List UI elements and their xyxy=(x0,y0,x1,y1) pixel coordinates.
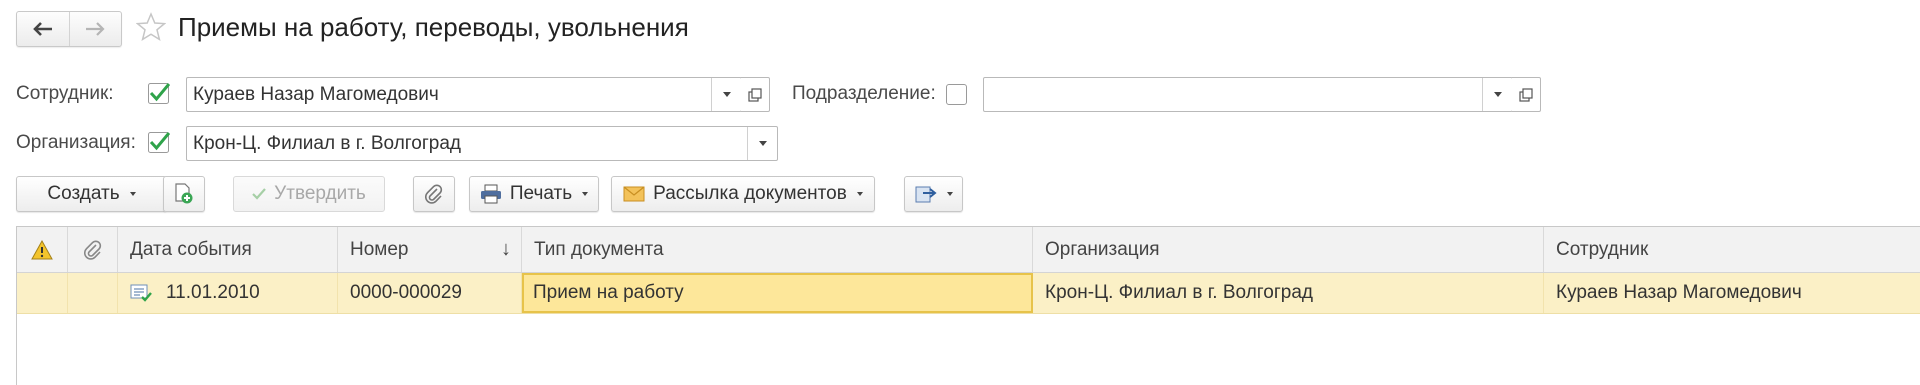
chevron-down-icon xyxy=(946,192,953,196)
employee-field-value: Кураев Назар Магомедович xyxy=(193,83,439,105)
forward-button[interactable] xyxy=(68,12,122,46)
row-organization-cell[interactable]: Крон-Ц. Филиал в г. Волгоград xyxy=(1033,273,1544,313)
export-icon xyxy=(915,186,937,203)
column-header-event-date[interactable]: Дата события xyxy=(118,227,338,272)
create-button-label: Создать xyxy=(47,183,120,204)
paperclip-icon xyxy=(83,239,101,260)
column-header-warning[interactable] xyxy=(17,227,68,272)
star-icon xyxy=(135,12,167,42)
organization-dropdown-button[interactable] xyxy=(747,127,777,160)
column-header-employee[interactable]: Сотрудник xyxy=(1544,227,1920,272)
open-icon xyxy=(748,87,762,102)
column-header-attachment[interactable] xyxy=(68,227,118,272)
forward-arrow-icon xyxy=(86,22,105,36)
add-document-icon xyxy=(175,183,193,204)
chevron-down-icon xyxy=(722,92,731,97)
column-header-doc-type[interactable]: Тип документа xyxy=(522,227,1033,272)
row-doc-type-cell[interactable]: Прием на работу xyxy=(522,273,1033,313)
department-filter-label: Подразделение: xyxy=(792,83,936,104)
favorite-button[interactable] xyxy=(135,12,167,42)
organization-field-value: Крон-Ц. Филиал в г. Волгоград xyxy=(193,132,462,154)
organization-filter-label: Организация: xyxy=(16,132,136,153)
row-event-date-cell[interactable]: 11.01.2010 xyxy=(118,273,338,313)
row-number-cell[interactable]: 0000-000029 xyxy=(338,273,522,313)
export-button[interactable] xyxy=(904,176,963,212)
print-button-label: Печать xyxy=(509,183,573,204)
chevron-down-icon xyxy=(1493,92,1502,97)
create-button[interactable]: Создать xyxy=(16,176,167,212)
row-attachment-cell xyxy=(68,273,118,313)
employee-field[interactable]: Кураев Назар Магомедович xyxy=(186,77,742,112)
chevron-down-icon xyxy=(856,192,863,196)
organization-field[interactable]: Крон-Ц. Филиал в г. Волгоград xyxy=(186,126,778,161)
warning-icon xyxy=(31,239,53,259)
back-arrow-icon xyxy=(32,22,52,36)
posted-document-icon xyxy=(130,284,152,302)
employee-filter-checkbox[interactable] xyxy=(148,83,171,104)
employee-filter-label: Сотрудник: xyxy=(16,83,114,104)
sort-down-icon: ↓ xyxy=(501,238,511,260)
mailing-button[interactable]: Рассылка документов xyxy=(611,176,875,212)
approve-button[interactable]: Утвердить xyxy=(233,176,385,212)
department-dropdown-button[interactable] xyxy=(1482,78,1512,111)
print-button[interactable]: Печать xyxy=(469,176,599,212)
checkmark-icon xyxy=(252,188,266,200)
department-field-value xyxy=(984,78,1482,111)
paperclip-icon xyxy=(425,184,443,204)
department-open-button[interactable] xyxy=(1512,77,1541,112)
printer-icon xyxy=(480,184,501,204)
mailing-button-label: Рассылка документов xyxy=(653,183,847,204)
add-copy-button[interactable] xyxy=(163,176,205,212)
department-field[interactable] xyxy=(983,77,1513,112)
page-title: Приемы на работу, переводы, увольнения xyxy=(178,12,689,42)
employee-dropdown-button[interactable] xyxy=(711,78,741,111)
table-header: Дата события Номер ↓ Тип документа Орган… xyxy=(17,227,1920,273)
row-warning-cell xyxy=(17,273,68,313)
table-row[interactable]: 11.01.2010 0000-000029 Прием на работу К… xyxy=(17,273,1920,314)
department-filter-checkbox[interactable] xyxy=(946,84,967,105)
employee-open-button[interactable] xyxy=(741,77,770,112)
envelope-icon xyxy=(623,186,645,202)
organization-filter-checkbox[interactable] xyxy=(148,132,171,153)
row-event-date: 11.01.2010 xyxy=(166,282,260,303)
open-icon xyxy=(1519,87,1533,102)
column-header-number-label: Номер xyxy=(350,238,409,260)
chevron-down-icon xyxy=(582,192,589,196)
checkmark-icon xyxy=(148,132,171,153)
checkmark-icon xyxy=(148,83,171,104)
attach-file-button[interactable] xyxy=(413,176,455,212)
approve-button-label: Утвердить xyxy=(274,183,366,204)
back-button[interactable] xyxy=(17,12,69,46)
documents-table: Дата события Номер ↓ Тип документа Орган… xyxy=(16,226,1920,385)
column-header-organization[interactable]: Организация xyxy=(1033,227,1544,272)
column-header-number[interactable]: Номер ↓ xyxy=(338,227,522,272)
chevron-down-icon xyxy=(129,192,136,196)
chevron-down-icon xyxy=(758,141,767,146)
nav-buttons xyxy=(16,11,122,47)
row-employee-cell[interactable]: Кураев Назар Магомедович xyxy=(1544,273,1920,313)
